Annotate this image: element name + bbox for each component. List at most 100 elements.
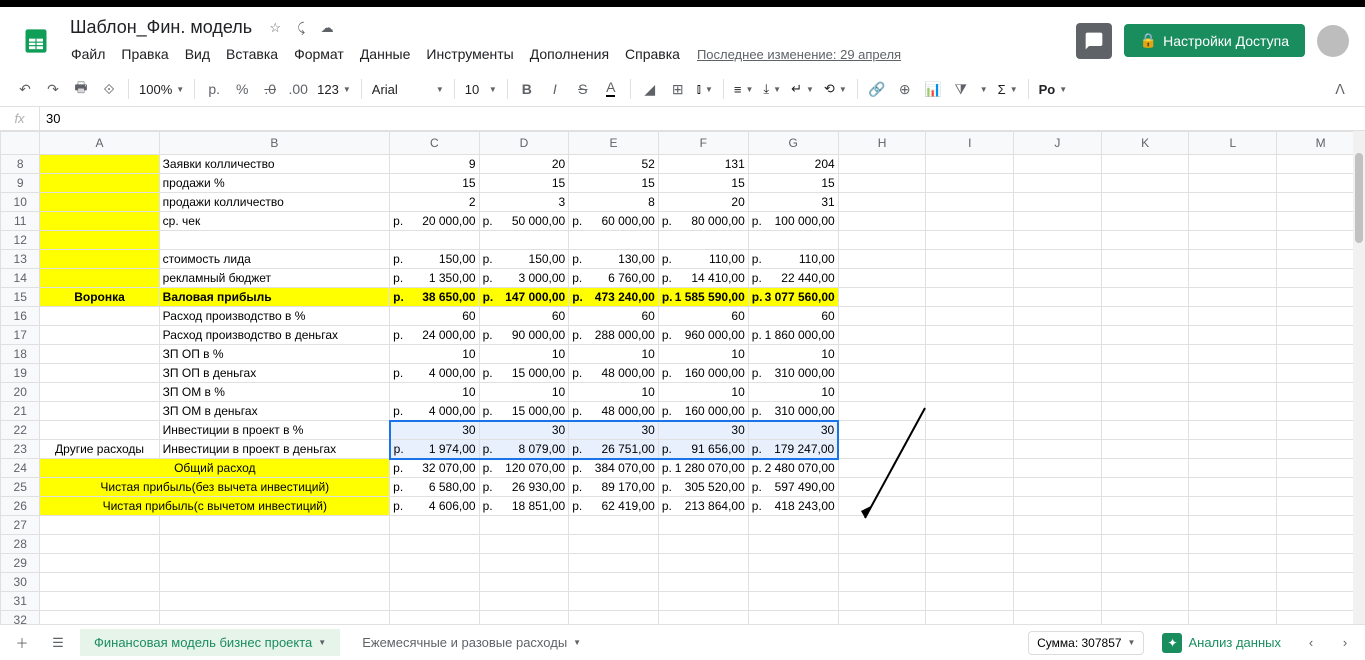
cell-I8[interactable] xyxy=(926,155,1014,174)
column-header-I[interactable]: I xyxy=(926,132,1014,155)
cloud-icon[interactable]: ☁ xyxy=(318,19,336,37)
cell-L10[interactable] xyxy=(1189,193,1277,212)
menu-правка[interactable]: Правка xyxy=(114,42,175,66)
comment-button[interactable]: ⊕ xyxy=(892,76,918,102)
cell-K32[interactable] xyxy=(1101,611,1189,625)
cell-D11[interactable]: р.50 000,00 xyxy=(479,212,569,231)
cell-H14[interactable] xyxy=(838,269,926,288)
cell-M8[interactable] xyxy=(1277,155,1365,174)
cell-M25[interactable] xyxy=(1277,478,1365,497)
cell-E13[interactable]: р.130,00 xyxy=(569,250,659,269)
cell-G23[interactable]: р.179 247,00 xyxy=(748,440,838,459)
cell-F14[interactable]: р.14 410,00 xyxy=(658,269,748,288)
row-header-11[interactable]: 11 xyxy=(1,212,40,231)
cell-K17[interactable] xyxy=(1101,326,1189,345)
cell-K31[interactable] xyxy=(1101,592,1189,611)
cell-M20[interactable] xyxy=(1277,383,1365,402)
cell-C8[interactable]: 9 xyxy=(390,155,479,174)
row-header-29[interactable]: 29 xyxy=(1,554,40,573)
cell-H13[interactable] xyxy=(838,250,926,269)
cell-K16[interactable] xyxy=(1101,307,1189,326)
menu-дополнения[interactable]: Дополнения xyxy=(523,42,616,66)
cell-A17[interactable] xyxy=(40,326,159,345)
row-header-8[interactable]: 8 xyxy=(1,155,40,174)
cell-M26[interactable] xyxy=(1277,497,1365,516)
cell-M14[interactable] xyxy=(1277,269,1365,288)
cell-D10[interactable]: 3 xyxy=(479,193,569,212)
cell-E20[interactable]: 10 xyxy=(569,383,659,402)
cell-A10[interactable] xyxy=(40,193,159,212)
cell-B27[interactable] xyxy=(159,516,390,535)
cell-G14[interactable]: р.22 440,00 xyxy=(748,269,838,288)
cell-K20[interactable] xyxy=(1101,383,1189,402)
cell-A23[interactable]: Другие расходы xyxy=(40,440,159,459)
row-header-19[interactable]: 19 xyxy=(1,364,40,383)
cell-B30[interactable] xyxy=(159,573,390,592)
cell-M32[interactable] xyxy=(1277,611,1365,625)
cell-D13[interactable]: р.150,00 xyxy=(479,250,569,269)
cell-C31[interactable] xyxy=(390,592,479,611)
cell-D24[interactable]: р.120 070,00 xyxy=(479,459,569,478)
quick-sum-display[interactable]: Сумма: 307857 ▼ xyxy=(1028,631,1144,655)
cell-I14[interactable] xyxy=(926,269,1014,288)
row-header-31[interactable]: 31 xyxy=(1,592,40,611)
cell-M15[interactable] xyxy=(1277,288,1365,307)
cell-J22[interactable] xyxy=(1014,421,1102,440)
row-header-22[interactable]: 22 xyxy=(1,421,40,440)
cell-E11[interactable]: р.60 000,00 xyxy=(569,212,659,231)
comment-history-button[interactable] xyxy=(1076,23,1112,59)
cell-L32[interactable] xyxy=(1189,611,1277,625)
cell-C23[interactable]: р.1 974,00 xyxy=(390,440,479,459)
cell-B15[interactable]: Валовая прибыль xyxy=(159,288,390,307)
sheets-logo[interactable] xyxy=(16,21,56,61)
cell-K24[interactable] xyxy=(1101,459,1189,478)
cell-H20[interactable] xyxy=(838,383,926,402)
cell-J31[interactable] xyxy=(1014,592,1102,611)
cell-F22[interactable]: 30 xyxy=(658,421,748,440)
cell-K28[interactable] xyxy=(1101,535,1189,554)
cell-E23[interactable]: р.26 751,00 xyxy=(569,440,659,459)
cell-K25[interactable] xyxy=(1101,478,1189,497)
cell-B11[interactable]: ср. чек xyxy=(159,212,390,231)
cell-L16[interactable] xyxy=(1189,307,1277,326)
cell-F18[interactable]: 10 xyxy=(658,345,748,364)
cell-F9[interactable]: 15 xyxy=(658,174,748,193)
cell-F15[interactable]: р.1 585 590,00 xyxy=(658,288,748,307)
column-header-A[interactable]: A xyxy=(40,132,159,155)
move-icon[interactable]: ⤹ xyxy=(292,19,310,37)
cell-J19[interactable] xyxy=(1014,364,1102,383)
cell-A30[interactable] xyxy=(40,573,159,592)
cell-K9[interactable] xyxy=(1101,174,1189,193)
cell-K23[interactable] xyxy=(1101,440,1189,459)
cell-G17[interactable]: р.1 860 000,00 xyxy=(748,326,838,345)
cell-D25[interactable]: р.26 930,00 xyxy=(479,478,569,497)
cell-I31[interactable] xyxy=(926,592,1014,611)
menu-вставка[interactable]: Вставка xyxy=(219,42,285,66)
cell-B17[interactable]: Расход производство в деньгах xyxy=(159,326,390,345)
cell-E21[interactable]: р.48 000,00 xyxy=(569,402,659,421)
cell-E29[interactable] xyxy=(569,554,659,573)
cell-E9[interactable]: 15 xyxy=(569,174,659,193)
row-header-18[interactable]: 18 xyxy=(1,345,40,364)
print-button[interactable]: 🖶 xyxy=(68,76,94,102)
cell-F10[interactable]: 20 xyxy=(658,193,748,212)
cell-G11[interactable]: р.100 000,00 xyxy=(748,212,838,231)
cell-H8[interactable] xyxy=(838,155,926,174)
cell-J26[interactable] xyxy=(1014,497,1102,516)
row-header-13[interactable]: 13 xyxy=(1,250,40,269)
cell-E16[interactable]: 60 xyxy=(569,307,659,326)
cell-B29[interactable] xyxy=(159,554,390,573)
cell-A29[interactable] xyxy=(40,554,159,573)
star-icon[interactable]: ☆ xyxy=(266,19,284,37)
cell-C24[interactable]: р.32 070,00 xyxy=(390,459,479,478)
cell-B8[interactable]: Заявки колличество xyxy=(159,155,390,174)
cell-D28[interactable] xyxy=(479,535,569,554)
cell-L29[interactable] xyxy=(1189,554,1277,573)
cell-K15[interactable] xyxy=(1101,288,1189,307)
cell-L12[interactable] xyxy=(1189,231,1277,250)
cell-M12[interactable] xyxy=(1277,231,1365,250)
cell-L11[interactable] xyxy=(1189,212,1277,231)
rotate-button[interactable]: ⟲▼ xyxy=(820,79,851,99)
cell-G21[interactable]: р.310 000,00 xyxy=(748,402,838,421)
italic-button[interactable]: I xyxy=(542,76,568,102)
